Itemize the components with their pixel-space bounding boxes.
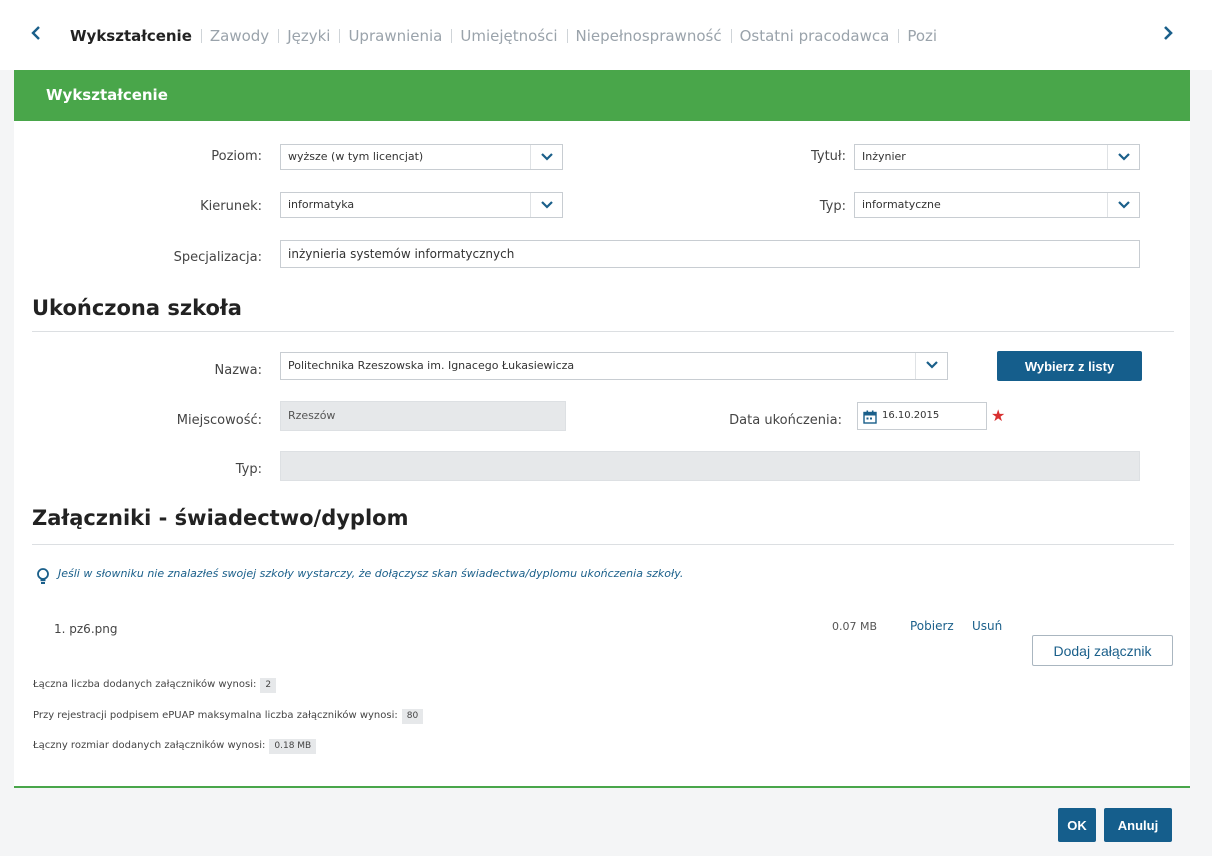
school-section-title: Ukończona szkoła	[32, 296, 242, 320]
attachments-section-title: Załączniki - świadectwo/dyplom	[32, 506, 409, 530]
choose-from-list-button[interactable]: Wybierz z listy	[997, 351, 1142, 381]
miejscowosc-label: Miejscowość:	[176, 413, 262, 428]
ok-button[interactable]: OK	[1058, 808, 1096, 842]
max-stat: Przy rejestracji podpisem ePUAP maksymal…	[33, 709, 424, 724]
tab-uprawnienia[interactable]: Uprawnienia	[339, 24, 451, 48]
max-label: Przy rejestracji podpisem ePUAP maksymal…	[33, 710, 398, 721]
tab-niepelnosprawnosc[interactable]: Niepełnosprawność	[566, 24, 731, 48]
poziom-value: wyższe (w tym licencjat)	[288, 150, 424, 163]
size-label: Łączny rozmiar dodanych załączników wyno…	[33, 740, 266, 751]
education-card: Wykształcenie Poziom: wyższe (w tym lice…	[14, 70, 1190, 788]
tab-wyksztalcenie[interactable]: Wykształcenie	[70, 24, 201, 48]
typ-value: informatyczne	[862, 198, 941, 211]
data-ukonczenia-input[interactable]: 16.10.2015	[857, 402, 987, 430]
tab-strip: Wykształcenie Zawody Języki Uprawnienia Umie…	[70, 24, 1158, 48]
poziom-label: Poziom:	[211, 149, 262, 164]
section-divider	[32, 331, 1174, 332]
lightbulb-icon	[36, 568, 50, 589]
tytul-value: Inżynier	[862, 150, 906, 163]
nazwa-select[interactable]: Politechnika Rzeszowska im. Ignacego Łuk…	[280, 352, 948, 380]
chevron-down-icon[interactable]	[1107, 145, 1139, 169]
calendar-icon[interactable]	[863, 409, 877, 435]
data-ukonczenia-value: 16.10.2015	[882, 410, 940, 421]
tab-pozi[interactable]: Pozi	[898, 24, 946, 48]
cancel-button[interactable]: Anuluj	[1104, 808, 1172, 842]
tab-zawody[interactable]: Zawody	[200, 24, 278, 48]
count-label: Łączna liczba dodanych załączników wynos…	[33, 679, 257, 690]
chevron-down-icon[interactable]	[530, 193, 562, 217]
add-attachment-button[interactable]: Dodaj załącznik	[1032, 635, 1173, 666]
size-stat: Łączny rozmiar dodanych załączników wyno…	[33, 739, 317, 754]
kierunek-label: Kierunek:	[200, 199, 262, 214]
size-value: 0.18 MB	[269, 739, 317, 754]
school-typ-label: Typ:	[235, 462, 262, 477]
download-link[interactable]: Pobierz	[910, 619, 954, 633]
data-ukonczenia-label: Data ukończenia:	[729, 413, 842, 428]
tab-umiejetnosci[interactable]: Umiejętności	[451, 24, 566, 48]
kierunek-value: informatyka	[288, 198, 355, 211]
chevron-left-icon[interactable]	[26, 22, 46, 46]
chevron-down-icon[interactable]	[1107, 193, 1139, 217]
count-stat: Łączna liczba dodanych załączników wynos…	[33, 678, 277, 693]
info-text: Jeśli w słowniku nie znalazłeś swojej sz…	[58, 567, 684, 580]
tab-jezyki[interactable]: Języki	[278, 24, 339, 48]
asterisk-icon: ★	[991, 406, 1006, 425]
school-typ-field	[280, 451, 1140, 481]
nazwa-label: Nazwa:	[214, 363, 263, 378]
tab-bar: Wykształcenie Zawody Języki Uprawnienia Umie…	[0, 0, 1212, 70]
section-divider	[32, 544, 1174, 545]
poziom-select[interactable]: wyższe (w tym licencjat)	[280, 144, 563, 170]
panel-title: Wykształcenie	[14, 70, 1190, 121]
delete-link[interactable]: Usuń	[972, 619, 1002, 633]
attachment-file-name: 1. pz6.png	[54, 622, 118, 636]
typ-label: Typ:	[819, 199, 846, 214]
specjalizacja-label: Specjalizacja:	[173, 250, 262, 265]
nazwa-value: Politechnika Rzeszowska im. Ignacego Łuk…	[288, 359, 575, 372]
chevron-down-icon[interactable]	[915, 353, 947, 379]
tytul-select[interactable]: Inżynier	[854, 144, 1140, 170]
miejscowosc-field: Rzeszów	[280, 401, 566, 431]
specjalizacja-input[interactable]: inżynieria systemów informatycznych	[280, 240, 1140, 268]
count-value: 2	[260, 678, 277, 693]
attachment-file-size: 0.07 MB	[832, 620, 878, 633]
chevron-right-icon[interactable]	[1158, 22, 1178, 46]
tab-ostatni-pracodawca[interactable]: Ostatni pracodawca	[730, 24, 899, 48]
typ-select[interactable]: informatyczne	[854, 192, 1140, 218]
max-value: 80	[401, 709, 424, 724]
chevron-down-icon[interactable]	[530, 145, 562, 169]
kierunek-select[interactable]: informatyka	[280, 192, 563, 218]
tytul-label: Tytuł:	[810, 149, 846, 164]
